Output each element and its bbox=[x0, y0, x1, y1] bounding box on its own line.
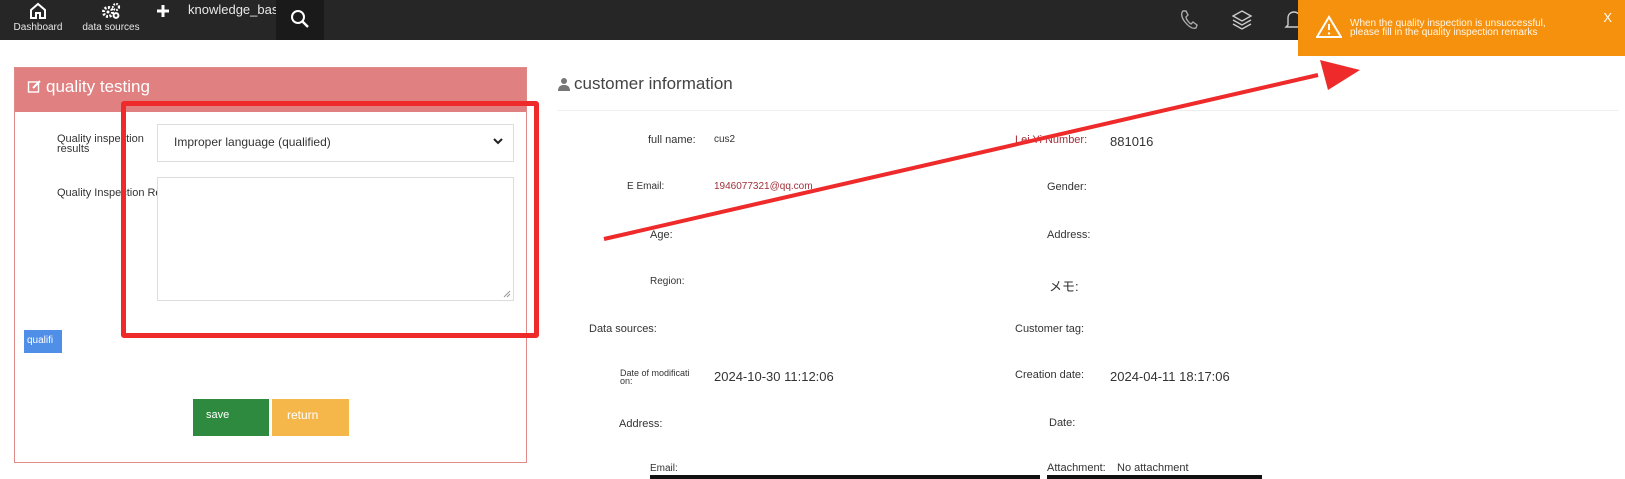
modification-label-line2: on: bbox=[620, 376, 633, 386]
user-icon bbox=[558, 76, 570, 96]
quality-panel-title: quality testing bbox=[46, 77, 150, 96]
nav-add[interactable] bbox=[154, 4, 172, 21]
modification-date-label: Date of modificati on: bbox=[620, 369, 690, 386]
redaction-bar-left bbox=[650, 475, 1040, 479]
customer-info-title-text: customer information bbox=[574, 74, 733, 93]
customer-tag-label: Customer tag: bbox=[1015, 323, 1085, 335]
customer-info-divider bbox=[558, 110, 1618, 111]
creation-date-value: 2024-04-11 18:17:06 bbox=[1110, 369, 1230, 384]
warning-icon bbox=[1316, 15, 1342, 38]
customer-info-title: customer information bbox=[558, 74, 733, 96]
toast-message: When the quality inspection is unsuccess… bbox=[1350, 19, 1590, 38]
gears-icon bbox=[80, 2, 142, 22]
toast-message-line2: please fill in the quality inspection re… bbox=[1350, 27, 1538, 38]
lei-yi-number-label: Lei Yi Number: bbox=[1015, 134, 1088, 146]
date-label: Date: bbox=[1049, 417, 1076, 429]
gender-label: Gender: bbox=[1047, 181, 1087, 193]
email-label: E Email: bbox=[627, 181, 665, 192]
search-button[interactable] bbox=[276, 0, 324, 40]
qualified-chip[interactable]: qualifi bbox=[24, 330, 62, 353]
address-label: Address: bbox=[1047, 229, 1091, 241]
full-name-label: full name: bbox=[648, 134, 696, 146]
age-label: Age: bbox=[650, 229, 673, 241]
attachment-label: Attachment: bbox=[1047, 462, 1106, 474]
toast-close-button[interactable]: X bbox=[1603, 10, 1612, 25]
plus-icon bbox=[156, 5, 170, 21]
warning-toast: When the quality inspection is unsuccess… bbox=[1298, 0, 1625, 56]
home-icon bbox=[10, 2, 66, 22]
email-value: 1946077321@qq.com bbox=[714, 181, 813, 192]
nav-dashboard-label: Dashboard bbox=[13, 22, 63, 33]
email2-label: Email: bbox=[650, 463, 678, 474]
redaction-bar-right bbox=[1047, 475, 1262, 479]
region-label: Region: bbox=[650, 276, 685, 287]
phone-icon[interactable] bbox=[1178, 8, 1200, 32]
nav-dashboard[interactable]: Dashboard bbox=[10, 2, 66, 34]
edit-icon bbox=[27, 79, 42, 99]
address2-label: Address: bbox=[619, 418, 663, 430]
nav-knowledge-base[interactable]: knowledge_base bbox=[188, 2, 286, 17]
layers-icon[interactable] bbox=[1231, 8, 1253, 32]
data-sources-label: Data sources: bbox=[589, 323, 657, 335]
return-button[interactable]: return bbox=[272, 399, 349, 436]
full-name-value: cus2 bbox=[714, 134, 736, 145]
attachment-value: No attachment bbox=[1117, 462, 1189, 474]
memo-label: メモ: bbox=[1049, 279, 1079, 294]
search-icon bbox=[291, 10, 309, 28]
save-button[interactable]: save bbox=[193, 399, 269, 436]
nav-data-sources-label: data sources bbox=[82, 22, 140, 33]
annotation-highlight-box bbox=[121, 101, 539, 338]
nav-data-sources[interactable]: data sources bbox=[80, 2, 142, 34]
creation-date-label: Creation date: bbox=[1015, 369, 1085, 381]
lei-yi-number-value: 881016 bbox=[1110, 134, 1154, 149]
modification-date-value: 2024-10-30 11:12:06 bbox=[714, 369, 834, 384]
